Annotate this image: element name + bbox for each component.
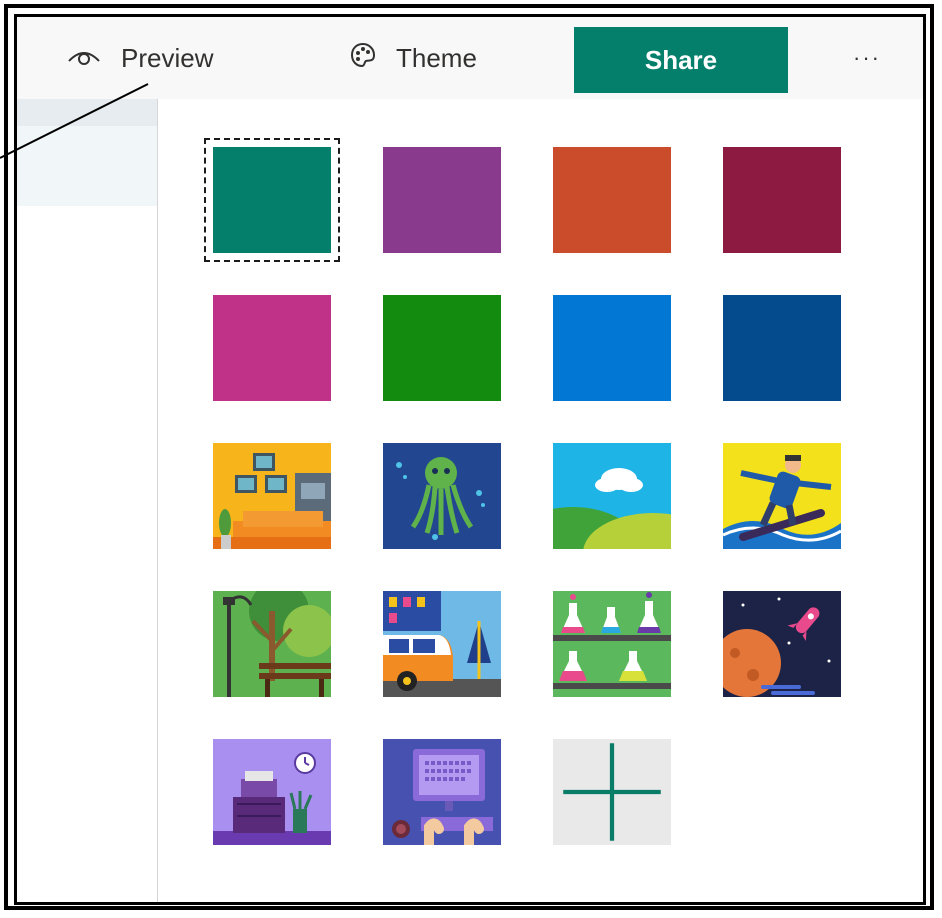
- theme-image-tile[interactable]: [383, 739, 501, 845]
- theme-color-tile[interactable]: [553, 295, 671, 401]
- computer-typing-image: [383, 739, 501, 845]
- theme-image-tile[interactable]: [723, 591, 841, 697]
- theme-image-tile[interactable]: [553, 443, 671, 549]
- theme-label: Theme: [396, 42, 477, 73]
- snowboarder-image: [723, 443, 841, 549]
- living-room-image: [213, 443, 331, 549]
- theme-image-tile[interactable]: [383, 443, 501, 549]
- planet-rocket-image: [723, 591, 841, 697]
- theme-grid: [204, 138, 841, 861]
- theme-color-tile[interactable]: [723, 295, 841, 401]
- octopus-image: [383, 443, 501, 549]
- share-label: Share: [644, 44, 718, 75]
- theme-image-tile[interactable]: [213, 739, 331, 845]
- preview-button[interactable]: Preview: [67, 17, 213, 99]
- eye-icon: [67, 43, 101, 74]
- theme-button[interactable]: Theme: [350, 17, 477, 99]
- park-bench-image: [213, 591, 331, 697]
- more-options-button[interactable]: ···: [837, 17, 897, 99]
- theme-color-tile[interactable]: [383, 295, 501, 401]
- camper-van-image: [383, 591, 501, 697]
- theme-image-tile[interactable]: [383, 591, 501, 697]
- top-toolbar: Preview Theme Share ···: [17, 17, 923, 99]
- desk-clock-image: [213, 739, 331, 845]
- forms-window: Preview Theme Share ···: [14, 14, 926, 905]
- theme-image-tile[interactable]: [553, 591, 671, 697]
- theme-color-tile[interactable]: [213, 295, 331, 401]
- lab-flasks-image: [553, 591, 671, 697]
- theme-image-tile[interactable]: [213, 443, 331, 549]
- cloud-hills-image: [553, 443, 671, 549]
- theme-image-tile[interactable]: [213, 591, 331, 697]
- theme-image-tile[interactable]: [723, 443, 841, 549]
- sidebar-item-selected[interactable]: [17, 126, 157, 206]
- theme-color-tile[interactable]: [383, 147, 501, 253]
- sidebar-item-header: [17, 99, 157, 126]
- palette-icon: [350, 42, 376, 75]
- add-theme-button[interactable]: [553, 739, 671, 845]
- preview-label: Preview: [121, 42, 214, 73]
- plus-icon: [553, 739, 671, 845]
- more-icon: ···: [853, 45, 881, 70]
- share-button[interactable]: Share: [574, 27, 788, 93]
- theme-color-tile[interactable]: [553, 147, 671, 253]
- theme-color-tile[interactable]: [723, 147, 841, 253]
- sidebar: [17, 99, 158, 902]
- theme-color-tile-selected[interactable]: [213, 147, 331, 253]
